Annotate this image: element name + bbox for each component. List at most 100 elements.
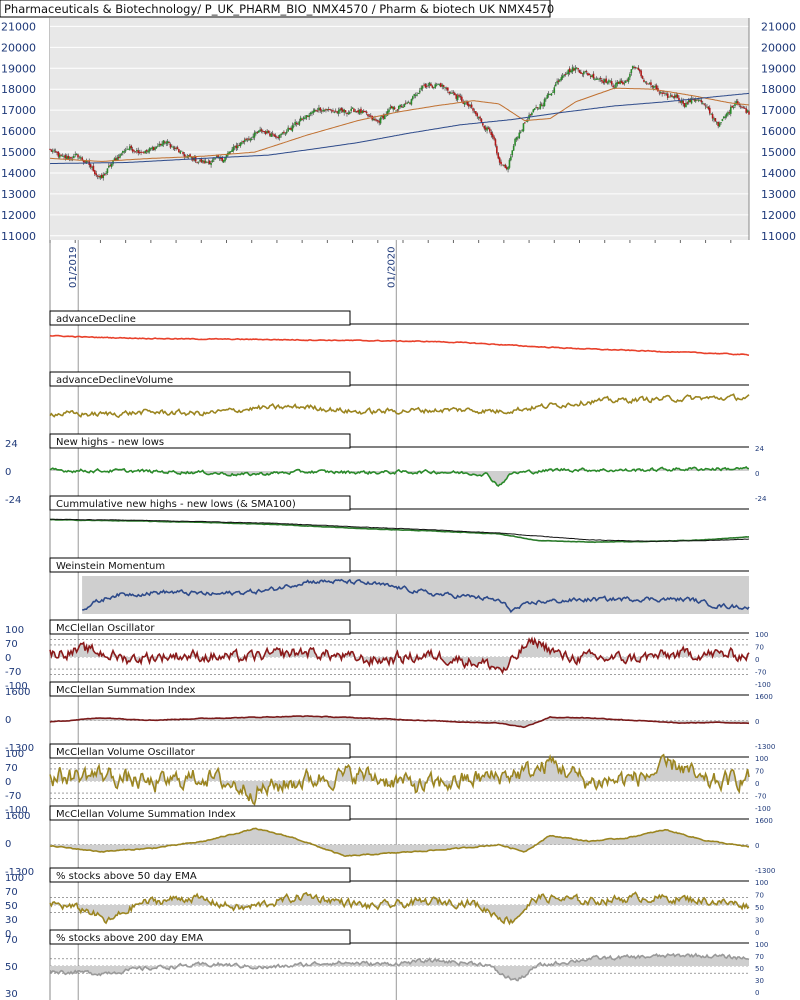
candle-body: [438, 84, 441, 86]
candle-body: [557, 80, 560, 82]
candle-body: [603, 79, 606, 82]
panel-tick-left: 1600: [5, 687, 30, 698]
candle-body: [587, 72, 589, 76]
price-tick-left: 19000: [1, 62, 36, 75]
candle-body: [56, 151, 58, 153]
candle-body: [103, 174, 106, 176]
price-tick-left: 15000: [1, 146, 36, 159]
candle-body: [442, 85, 445, 87]
candle-body: [566, 73, 568, 75]
candle-body: [151, 147, 154, 149]
candle-body: [652, 86, 655, 88]
candle-body: [496, 146, 498, 154]
candle-body: [672, 96, 675, 98]
candle-body: [312, 110, 315, 113]
candle-body: [117, 157, 120, 159]
candle-body: [704, 105, 707, 107]
candle-body: [648, 82, 651, 84]
candle-body: [536, 107, 539, 109]
candle-body: [718, 123, 721, 127]
candle-body: [53, 149, 56, 151]
candle-body: [298, 121, 301, 125]
candle-body: [470, 104, 473, 108]
candle-body: [269, 133, 271, 136]
panel-tick-right: 100: [755, 941, 768, 949]
candle-body: [281, 132, 284, 134]
candle-body: [410, 99, 413, 105]
candle-body: [743, 107, 746, 109]
candle-body: [500, 161, 502, 165]
candle-body: [627, 77, 630, 82]
panel-tick-right: -70: [755, 669, 766, 677]
candle-body: [319, 107, 322, 111]
candle-body: [267, 130, 270, 133]
candle-body: [113, 158, 116, 161]
candle-body: [299, 117, 302, 121]
candle-body: [357, 110, 359, 113]
candle-body: [257, 130, 260, 133]
candle-body: [402, 106, 404, 108]
candle-body: [522, 123, 525, 132]
candle-body: [273, 134, 275, 137]
candle-body: [619, 80, 621, 85]
candle-body: [746, 110, 749, 113]
candle-body: [697, 99, 700, 101]
price-tick-left: 20000: [1, 41, 36, 54]
candle-body: [236, 145, 239, 148]
candle-body: [732, 107, 735, 108]
candle-body: [524, 122, 526, 124]
candle-body: [693, 99, 696, 101]
candle-body: [552, 91, 554, 93]
candle-body: [598, 78, 600, 80]
panel-tick-right: 1600: [755, 817, 773, 825]
candle-body: [246, 139, 249, 141]
candle-body: [63, 156, 65, 157]
candle-body: [197, 161, 200, 163]
candle-body: [542, 104, 544, 107]
candle-body: [515, 137, 518, 140]
candle-body: [469, 105, 472, 106]
candle-body: [253, 132, 256, 138]
chart-canvas: 11000 11000 12000 12000 13000 13000 14000 14000…: [0, 0, 800, 1000]
candle-body: [322, 109, 324, 112]
candle-body: [388, 109, 390, 112]
panel-tick-right: 0: [755, 842, 759, 850]
panel-tick-left: 0: [5, 715, 11, 726]
panel-tick-left: 0: [5, 839, 11, 850]
candle-body: [731, 105, 733, 108]
price-tick-left: 14000: [1, 167, 36, 180]
candle-body: [640, 70, 642, 77]
candle-body: [538, 107, 540, 109]
candle-body: [529, 114, 532, 116]
candle-body: [379, 117, 382, 124]
candle-body: [382, 115, 385, 119]
candle-body: [452, 92, 455, 94]
candle-body: [559, 79, 561, 82]
candle-body: [476, 113, 479, 117]
candle-body: [545, 98, 547, 100]
candle-body: [315, 110, 317, 112]
candle-body: [595, 78, 598, 80]
candle-body: [290, 127, 292, 130]
candle-body: [204, 160, 207, 163]
candle-body: [563, 74, 565, 76]
candle-body: [222, 160, 225, 163]
panel-title: McClellan Summation Index: [56, 685, 195, 696]
candle-body: [456, 95, 459, 100]
candle-body: [249, 138, 252, 141]
candle-body: [700, 100, 703, 103]
candle-body: [147, 150, 149, 153]
candle-body: [206, 161, 208, 163]
candle-body: [669, 95, 672, 97]
candle-body: [390, 106, 393, 109]
candle-body: [455, 94, 458, 99]
panel-tick-right: 0: [755, 780, 759, 788]
candle-body: [449, 92, 452, 94]
candle-body: [297, 123, 299, 125]
panel-tick-right: 24: [755, 445, 764, 453]
candle-body: [745, 108, 747, 113]
candle-body: [742, 106, 745, 108]
candle-body: [141, 151, 144, 153]
candle-body: [124, 150, 127, 152]
price-tick-right: 19000: [761, 62, 796, 75]
